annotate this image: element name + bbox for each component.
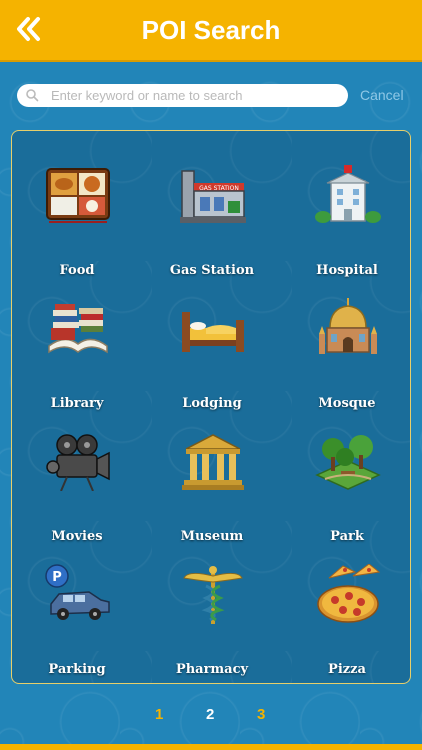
category-pharmacy[interactable]: Pharmacy (147, 564, 277, 677)
mosque-icon (319, 298, 377, 354)
category-label: Park (330, 529, 364, 544)
category-hospital[interactable]: Hospital (282, 165, 412, 278)
category-pizza[interactable]: Pizza (282, 564, 412, 677)
category-grid: Food GAS STATION Gas Station Hospital Li… (12, 131, 412, 685)
category-panel: Food GAS STATION Gas Station Hospital Li… (11, 130, 411, 684)
category-parking[interactable]: P Parking (12, 564, 142, 677)
page-title: POI Search (141, 15, 281, 45)
category-food[interactable]: Food (12, 165, 142, 278)
film-camera-icon (46, 434, 110, 491)
category-label: Parking (48, 662, 106, 677)
category-label: Pizza (328, 662, 366, 677)
page-2-button[interactable]: 2 (206, 706, 214, 723)
category-label: Movies (51, 529, 103, 544)
category-park[interactable]: Park (282, 431, 412, 544)
books-icon (48, 304, 108, 354)
svg-text:P: P (52, 570, 62, 585)
search-box[interactable] (17, 84, 348, 107)
category-label: Lodging (182, 396, 242, 411)
category-lodging[interactable]: Lodging (147, 298, 277, 411)
page-3-button[interactable]: 3 (257, 706, 265, 723)
parking-car-icon: P (45, 564, 110, 620)
gas-station-icon: GAS STATION (180, 170, 246, 223)
bottom-bar (0, 744, 422, 750)
page-1-button[interactable]: 1 (155, 706, 163, 723)
category-label: Gas Station (169, 263, 255, 278)
pagination: 1 2 3 (0, 706, 422, 726)
search-icon (26, 89, 39, 102)
cancel-button[interactable]: Cancel (360, 87, 404, 103)
category-movies[interactable]: Movies (12, 431, 142, 544)
bento-food-icon (46, 168, 110, 223)
museum-icon (182, 434, 244, 490)
category-mosque[interactable]: Mosque (282, 298, 412, 411)
category-label: Mosque (318, 396, 376, 411)
category-museum[interactable]: Museum (147, 431, 277, 544)
category-label: Food (59, 263, 95, 278)
hospital-icon (315, 165, 381, 223)
pizza-icon (317, 564, 381, 623)
search-input[interactable] (51, 86, 341, 105)
category-library[interactable]: Library (12, 298, 142, 411)
app-header: POI Search (0, 0, 422, 62)
park-trees-icon (315, 435, 381, 490)
category-label: Hospital (316, 263, 378, 278)
category-label: Library (50, 396, 104, 411)
category-label: Pharmacy (175, 662, 249, 677)
category-label: Museum (180, 529, 244, 544)
category-gas-station[interactable]: GAS STATION Gas Station (147, 165, 277, 278)
caduceus-icon (183, 566, 243, 624)
bed-icon (182, 312, 244, 352)
search-row: Cancel (0, 84, 422, 108)
